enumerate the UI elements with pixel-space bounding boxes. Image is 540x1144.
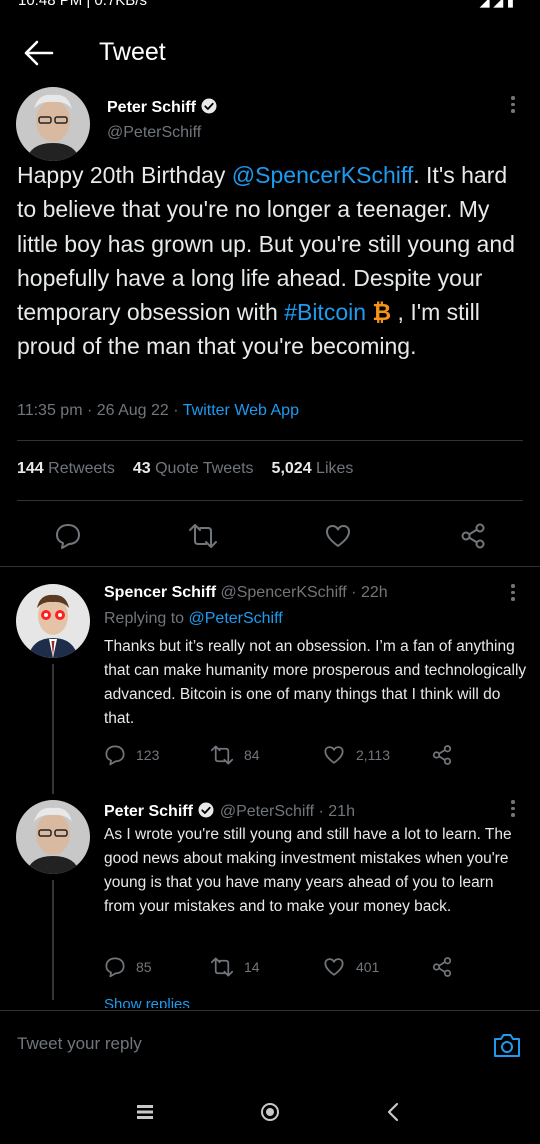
more-options-icon[interactable]	[510, 96, 516, 116]
reply-age: 22h	[360, 584, 388, 601]
author-name[interactable]: Peter Schiff	[107, 99, 196, 116]
system-navigation-bar	[0, 1080, 540, 1144]
reply-author-name[interactable]: Spencer Schiff	[104, 584, 216, 601]
system-back-icon[interactable]	[386, 1102, 400, 1122]
like-count: 2,113	[356, 747, 390, 763]
share-icon	[432, 745, 452, 765]
divider	[17, 440, 523, 441]
reply-action-bar: 85 14 401	[104, 956, 524, 982]
reply-icon	[105, 957, 125, 978]
replying-to-link[interactable]: @PeterSchiff	[189, 610, 283, 627]
tweet-action-bar	[0, 518, 540, 554]
replying-to: Replying to @PeterSchiff	[104, 610, 283, 627]
like-heart-icon[interactable]	[324, 522, 352, 550]
retweet-count: 84	[244, 747, 260, 763]
retweet-icon[interactable]	[188, 522, 218, 550]
reply-text: Thanks but it’s really not an obsession.…	[104, 638, 527, 727]
more-options-icon[interactable]	[510, 800, 516, 820]
reply-button[interactable]: 85	[104, 956, 152, 978]
page-title: Tweet	[99, 38, 166, 66]
mention-link[interactable]: @SpencerKSchiff	[232, 162, 413, 188]
retweet-button[interactable]: 84	[210, 744, 260, 766]
show-replies-link[interactable]: Show replies	[104, 996, 214, 1008]
like-button[interactable]: 2,113	[322, 744, 390, 766]
tweet-source[interactable]: Twitter Web App	[183, 402, 299, 419]
author-handle[interactable]: @PeterSchiff	[107, 124, 201, 142]
reply-author-handle[interactable]: @PeterSchiff	[220, 803, 314, 820]
reply-action-bar: 123 84 2,113	[104, 744, 524, 770]
reply-icon	[105, 745, 125, 766]
more-options-icon[interactable]	[510, 584, 516, 604]
tweet-text-segment: Happy 20th Birthday	[17, 162, 232, 188]
share-button[interactable]	[430, 744, 454, 766]
retweet-button[interactable]: 14	[210, 956, 260, 978]
like-count: 401	[356, 959, 380, 975]
like-heart-icon	[324, 958, 344, 976]
reply-count: 123	[136, 747, 160, 763]
retweet-count: 14	[244, 959, 260, 975]
divider	[17, 500, 523, 501]
reply-author-name[interactable]: Peter Schiff	[104, 803, 193, 820]
avatar[interactable]	[16, 584, 90, 658]
tweet-stats: 144 Retweets 43 Quote Tweets 5,024 Likes	[17, 460, 353, 478]
home-icon[interactable]	[260, 1102, 280, 1122]
back-arrow-icon[interactable]	[22, 38, 56, 68]
thread-line	[52, 880, 54, 1000]
reply-icon[interactable]	[54, 522, 82, 550]
avatar[interactable]	[16, 87, 90, 161]
share-icon	[432, 957, 452, 977]
share-icon[interactable]	[458, 522, 488, 550]
reply-author-handle[interactable]: @SpencerKSchiff	[220, 584, 346, 601]
reply-input[interactable]: Tweet your reply	[17, 1034, 142, 1054]
tweet-date: 26 Aug 22	[96, 402, 169, 419]
like-button[interactable]: 401	[322, 956, 379, 978]
avatar[interactable]	[16, 800, 90, 874]
retweets-stat[interactable]: 144 Retweets	[17, 460, 115, 477]
verified-badge-icon	[198, 802, 214, 818]
camera-icon[interactable]	[492, 1030, 522, 1060]
tweet-time: 11:35 pm	[17, 402, 83, 419]
reply-button[interactable]: 123	[104, 744, 159, 766]
status-time: 10:48 PM | 0.7KB/s	[18, 0, 147, 9]
hashtag-link[interactable]: #Bitcoin	[284, 299, 366, 325]
reply-age: 21h	[328, 803, 355, 820]
verified-badge-icon	[201, 98, 217, 114]
retweet-icon	[210, 745, 234, 765]
bitcoin-icon: ₿	[366, 299, 392, 326]
retweet-icon	[210, 957, 234, 977]
signal-icons: ◢ ◢ ▮	[479, 0, 514, 9]
reply-text: As I wrote you're still young and still …	[104, 826, 512, 915]
recent-apps-icon[interactable]	[136, 1104, 154, 1120]
reply-header: Peter Schiff @PeterSchiff · 21h	[104, 802, 355, 820]
status-bar: 10:48 PM | 0.7KB/s ◢ ◢ ▮	[0, 0, 540, 14]
thread-line	[52, 664, 54, 794]
reply-count: 85	[136, 959, 152, 975]
tweet-text: Happy 20th Birthday @SpencerKSchiff. It'…	[17, 158, 527, 364]
divider	[0, 566, 540, 567]
share-button[interactable]	[430, 956, 454, 978]
like-heart-icon	[324, 746, 344, 764]
quote-tweets-stat[interactable]: 43 Quote Tweets	[133, 460, 254, 477]
tweet-meta: 11:35 pm · 26 Aug 22 · Twitter Web App	[17, 402, 299, 419]
reply-header: Spencer Schiff @SpencerKSchiff · 22h	[104, 584, 388, 601]
likes-stat[interactable]: 5,024 Likes	[272, 460, 354, 477]
